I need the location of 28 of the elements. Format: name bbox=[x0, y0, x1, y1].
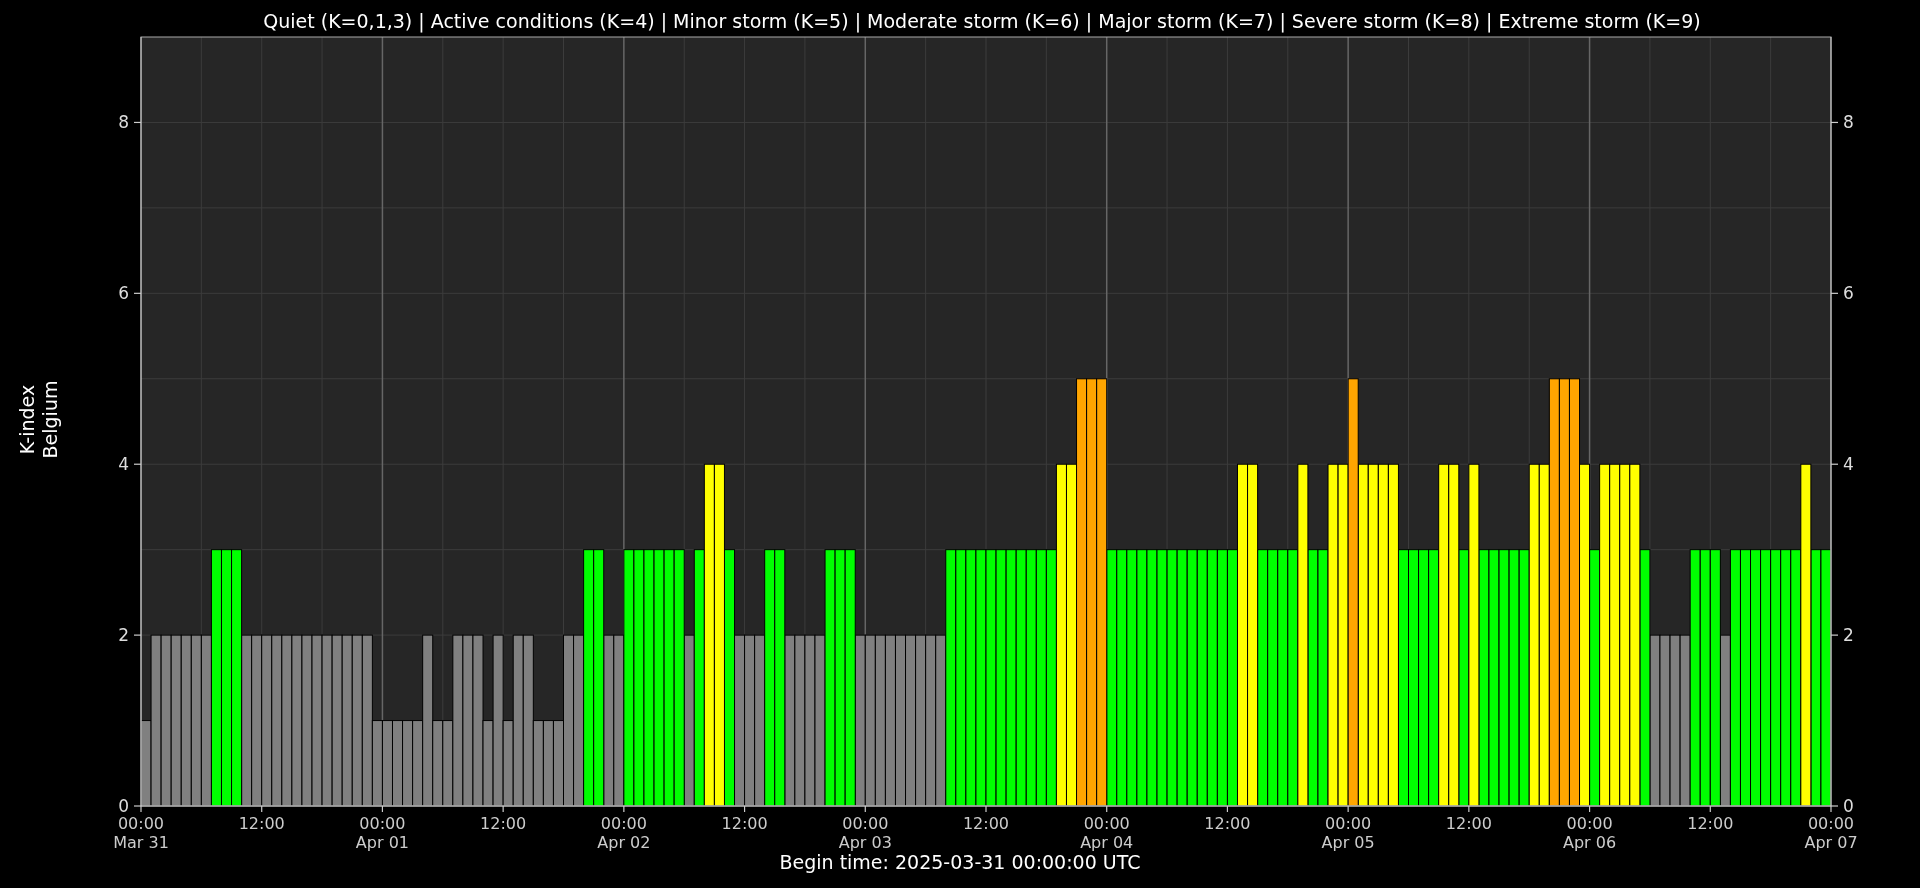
axis-tick-label: 00:00 Apr 01 bbox=[355, 814, 409, 852]
axis-tick-label: 8 bbox=[118, 112, 129, 133]
x-axis-label: Begin time: 2025-03-31 00:00:00 UTC bbox=[779, 851, 1141, 873]
y-axis-label: K-index Belgium bbox=[16, 380, 61, 459]
axis-tick-label: 4 bbox=[1843, 454, 1854, 475]
axis-tick-label: 2 bbox=[118, 625, 129, 646]
axis-tick-label: 8 bbox=[1843, 112, 1854, 133]
axis-tick-label: 12:00 bbox=[1204, 814, 1251, 833]
axis-tick-label: 00:00 Apr 02 bbox=[597, 814, 651, 852]
axis-tick-label: 2 bbox=[1843, 625, 1854, 646]
axis-tick-label: 12:00 bbox=[1687, 814, 1734, 833]
axis-tick-label: 4 bbox=[118, 454, 129, 475]
axis-tick-label: 12:00 bbox=[721, 814, 768, 833]
axis-tick-label: 12:00 bbox=[1445, 814, 1492, 833]
chart-title: Quiet (K=0,1,3) | Active conditions (K=4) | Minor storm (K=5) | Moderate storm (K=6) | Major storm (K=7) | Severe storm (K=8) | Extreme storm (K=9) bbox=[263, 10, 1701, 32]
axis-tick-label: 00:00 Apr 06 bbox=[1563, 814, 1617, 852]
axis-tick-label: 6 bbox=[118, 283, 129, 304]
axis-tick-label: 00:00 Mar 31 bbox=[113, 814, 169, 852]
axis-tick-label: 0 bbox=[118, 796, 129, 816]
axis-tick-label: 00:00 Apr 04 bbox=[1080, 814, 1134, 852]
axis-tick-label: 00:00 Apr 03 bbox=[838, 814, 892, 852]
axis-tick-label: 12:00 bbox=[480, 814, 527, 833]
axis-tick-label: 0 bbox=[1843, 796, 1854, 816]
axis-tick-label: 00:00 Apr 07 bbox=[1804, 814, 1858, 852]
axis-tick-label: 00:00 Apr 05 bbox=[1321, 814, 1375, 852]
axis-tick-label: 12:00 bbox=[238, 814, 285, 833]
axis-tick-label: 12:00 bbox=[962, 814, 1010, 833]
axis-tick-label: 6 bbox=[1843, 283, 1854, 304]
